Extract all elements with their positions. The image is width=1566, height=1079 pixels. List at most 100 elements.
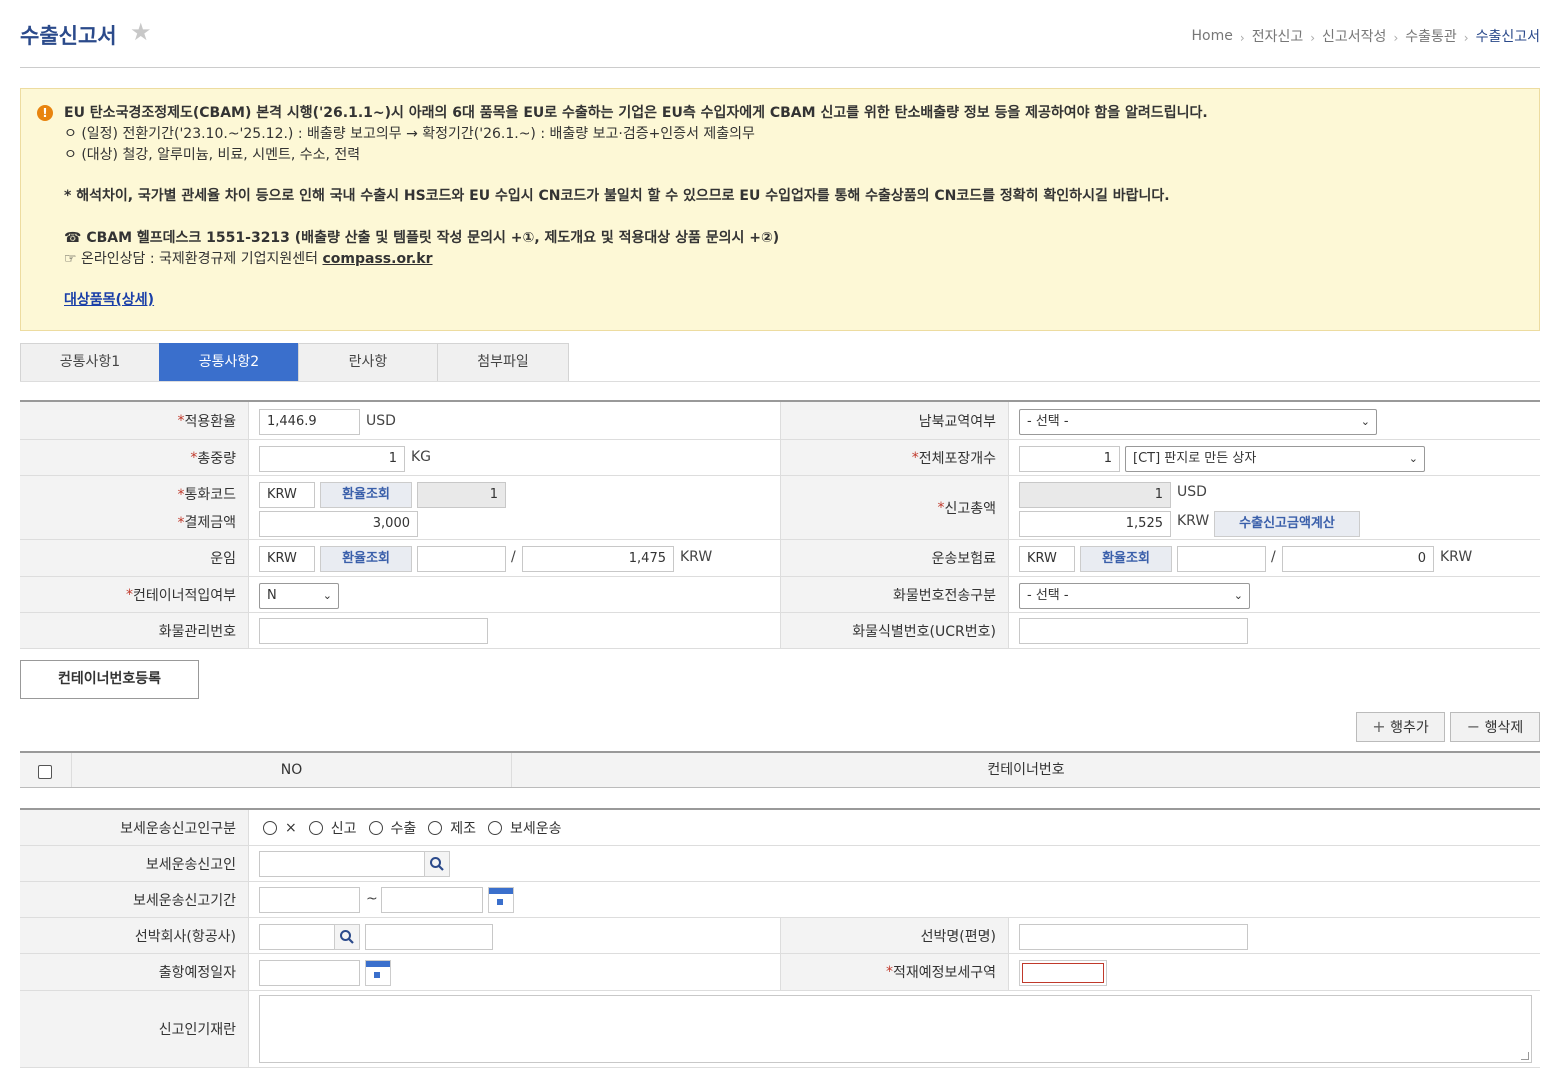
breadcrumb-export-clearance[interactable]: 수출통관 (1405, 26, 1457, 46)
calendar-icon[interactable] (488, 887, 514, 913)
chevron-down-icon: ⌄ (1360, 415, 1370, 428)
loading-bonded-area-input[interactable] (1022, 963, 1104, 983)
inter-korea-select[interactable]: - 선택 - ⌄ (1019, 409, 1377, 435)
total-weight-input[interactable]: 1 (259, 446, 405, 472)
container-loading-label: 컨테이너적입여부 (132, 587, 236, 604)
column-no: NO (72, 753, 512, 787)
radio-export[interactable] (368, 821, 383, 835)
notice-line: EU 탄소국경조정제도(CBAM) 본격 시행('26.1.1~)시 아래의 6… (64, 105, 1208, 121)
total-packages-label: 전체포장개수 (918, 450, 996, 467)
bond-declarant-label: 보세운송신고인 (20, 846, 248, 881)
compass-link[interactable]: compass.or.kr (322, 251, 432, 267)
warning-icon: ! (37, 105, 53, 121)
usd-unit: USD (1177, 484, 1207, 500)
total-weight-label: 총중량 (197, 450, 236, 467)
exchange-rate-unit: USD (366, 413, 396, 429)
notice-line: * 해석차이, 국가별 관세율 차이 등으로 인해 국내 수출시 HS코드와 E… (64, 188, 1170, 205)
bond-period-end-input[interactable] (381, 887, 483, 913)
minus-icon: − (1466, 717, 1481, 736)
departure-date-input[interactable] (259, 960, 360, 986)
insurance-rate-input[interactable] (1177, 546, 1266, 572)
currency-code-label: 통화코드 (184, 486, 236, 503)
chevron-down-icon: ⌄ (1233, 589, 1243, 602)
calc-export-amount-button[interactable]: 수출신고금액계산 (1214, 511, 1360, 537)
declarant-remarks-textarea[interactable] (259, 995, 1532, 1063)
page-header: 수출신고서 ★ Home › 전자신고 › 신고서작성 › 수출통관 › 수출신… (20, 18, 1540, 68)
freight-rate-lookup-button[interactable]: 환율조회 (320, 546, 412, 572)
insurance-amount-input[interactable]: 0 (1282, 546, 1434, 572)
bond-transport-form-table: 보세운송신고인구분 × 신고 수출 제조 보세운송 보세운송신고인 보세운송신고… (20, 808, 1540, 1068)
krw-unit: KRW (1177, 513, 1210, 529)
page-title: 수출신고서 (20, 24, 117, 48)
payment-amount-input[interactable]: 3,000 (259, 511, 418, 537)
tab-line-items[interactable]: 란사항 (298, 343, 437, 382)
loading-bonded-area-wrap (1019, 960, 1107, 986)
exchange-rate-input[interactable]: 1,446.9 (259, 409, 360, 435)
freight-currency-input[interactable]: KRW (259, 546, 315, 572)
ship-company-label: 선박회사(항공사) (20, 918, 248, 953)
breadcrumb-e-declaration[interactable]: 전자신고 (1252, 26, 1304, 46)
insurance-rate-lookup-button[interactable]: 환율조회 (1080, 546, 1172, 572)
notice-line: ㅇ (대상) 철강, 알루미늄, 비료, 시멘트, 수소, 전력 (64, 146, 361, 163)
total-weight-unit: KG (411, 449, 432, 465)
tab-common-1[interactable]: 공통사항1 (20, 343, 159, 382)
form-tabs: 공통사항1 공통사항2 란사항 첨부파일 (20, 343, 569, 382)
radio-manufacture[interactable] (428, 821, 443, 835)
bond-declarant-type-radios: × 신고 수출 제조 보세운송 (263, 818, 574, 838)
ship-company-code-input[interactable] (259, 924, 335, 950)
package-type-select[interactable]: [CT] 판지로 만든 상자 ⌄ (1125, 446, 1425, 472)
calendar-icon[interactable] (365, 960, 391, 986)
cargo-send-type-select[interactable]: - 선택 - ⌄ (1019, 583, 1250, 609)
currency-code-input[interactable]: KRW (259, 482, 315, 508)
departure-date-label: 출항예정일자 (20, 954, 248, 990)
add-row-button[interactable]: + 행추가 (1356, 712, 1445, 742)
ucr-no-input[interactable] (1019, 618, 1248, 644)
bond-declarant-input[interactable] (259, 851, 425, 877)
freight-krw-unit: KRW (680, 549, 713, 565)
cargo-mgmt-no-input[interactable] (259, 618, 488, 644)
ucr-no-label: 화물식별번호(UCR번호) (780, 613, 1008, 648)
total-packages-input[interactable]: 1 (1019, 446, 1120, 472)
declared-total-label: 신고총액 (944, 500, 996, 517)
chevron-right-icon: › (1310, 31, 1316, 45)
bond-period-start-input[interactable] (259, 887, 360, 913)
bond-period-label: 보세운송신고기간 (20, 882, 248, 917)
freight-label: 운임 (20, 540, 248, 576)
breadcrumb-write-declaration[interactable]: 신고서작성 (1322, 26, 1386, 46)
plus-icon: + (1372, 717, 1386, 736)
exchange-rate-lookup-button[interactable]: 환율조회 (320, 482, 412, 508)
favorite-star-icon[interactable]: ★ (130, 18, 152, 46)
delete-row-button[interactable]: − 행삭제 (1450, 712, 1540, 742)
search-icon[interactable] (334, 924, 360, 950)
declared-total-krw[interactable]: 1,525 (1019, 511, 1171, 537)
radio-bonded-transport[interactable] (488, 821, 503, 835)
bond-declarant-type-label: 보세운송신고인구분 (20, 810, 248, 845)
radio-declare[interactable] (308, 821, 323, 835)
chevron-right-icon: › (1239, 31, 1245, 45)
target-items-link[interactable]: 대상품목(상세) (64, 292, 154, 308)
notice-online-consult: ☞ 온라인상담 : 국제환경규제 기업지원센터 compass.or.kr (64, 250, 433, 267)
select-all-checkbox[interactable] (38, 765, 52, 779)
insurance-krw-unit: KRW (1440, 549, 1473, 565)
container-loading-select[interactable]: N ⌄ (259, 583, 339, 609)
chevron-down-icon: ⌄ (322, 589, 332, 602)
declared-total-usd: 1 (1019, 482, 1171, 508)
exchange-rate-label: 적용환율 (184, 413, 236, 430)
resize-grip-icon[interactable] (1521, 1052, 1529, 1060)
payment-amount-label: 결제금액 (184, 514, 236, 531)
search-icon[interactable] (424, 851, 450, 877)
freight-rate-input[interactable] (417, 546, 506, 572)
radio-none[interactable] (263, 821, 277, 835)
ship-company-name-input[interactable] (365, 924, 493, 950)
loading-bonded-area-label: 적재예정보세구역 (892, 965, 996, 981)
insurance-currency-input[interactable]: KRW (1019, 546, 1075, 572)
breadcrumb-home[interactable]: Home (1192, 28, 1233, 44)
tab-attachments[interactable]: 첨부파일 (437, 343, 569, 382)
tab-common-2[interactable]: 공통사항2 (159, 343, 298, 382)
breadcrumb-current: 수출신고서 (1475, 29, 1540, 45)
ship-name-input[interactable] (1019, 924, 1248, 950)
insurance-label: 운송보험료 (780, 540, 1008, 576)
register-container-button[interactable]: 컨테이너번호등록 (20, 660, 199, 699)
freight-amount-input[interactable]: 1,475 (522, 546, 674, 572)
slash-separator: / (511, 549, 516, 565)
